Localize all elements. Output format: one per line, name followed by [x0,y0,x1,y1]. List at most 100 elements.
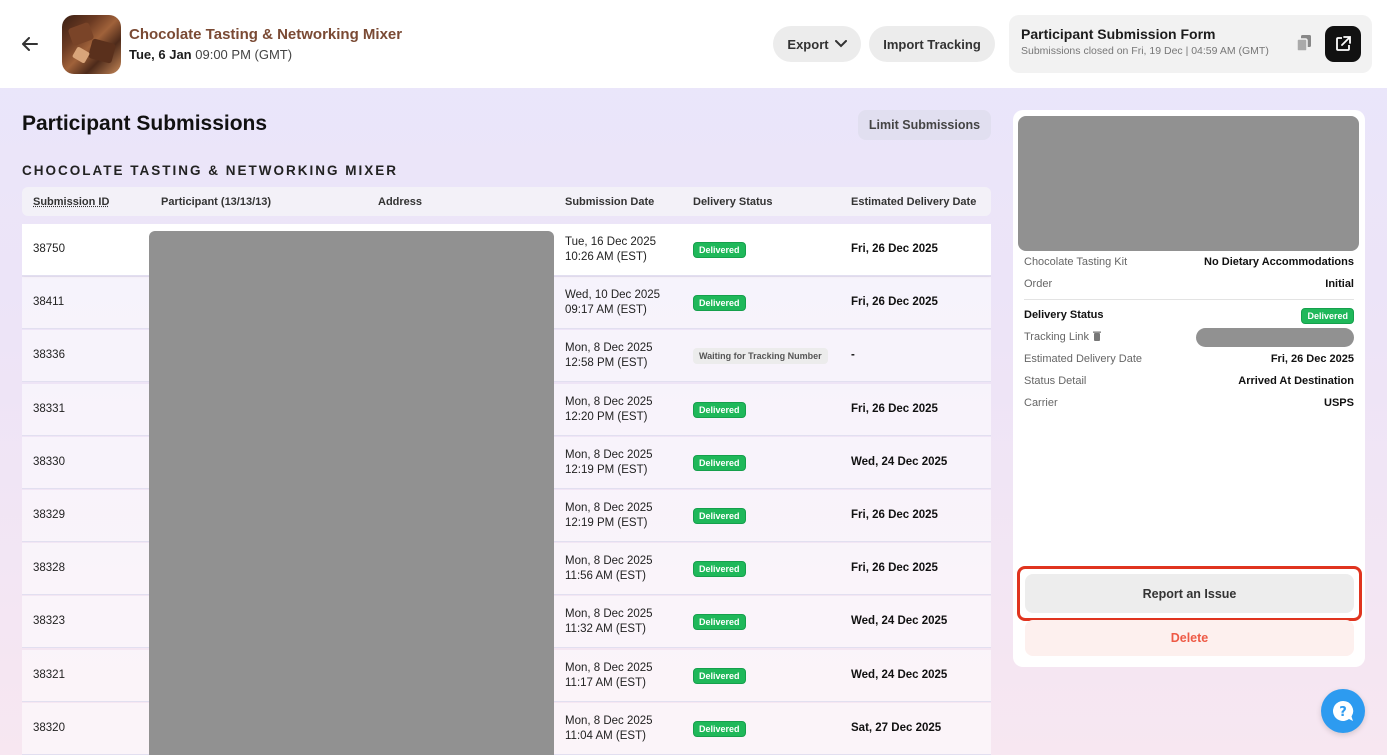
submission-date-time: 12:19 PM (EST) [565,463,648,476]
col-estimated-delivery[interactable]: Estimated Delivery Date [851,196,976,208]
delivery-status: Delivered [693,561,746,578]
status-badge: Delivered [693,614,746,631]
submission-date: Mon, 8 Dec 2025 11:17 AM (EST) [565,661,653,691]
submission-form-card: Participant Submission Form Submissions … [1009,15,1372,73]
submission-date: Mon, 8 Dec 2025 11:56 AM (EST) [565,554,653,584]
status-badge: Delivered [693,508,746,524]
submission-id: 38323 [33,615,65,628]
submission-date-day: Mon, 8 Dec 2025 [565,714,653,727]
kit-label: Chocolate Tasting Kit [1024,256,1128,268]
carrier-label: Carrier [1024,397,1058,409]
submission-date-time: 11:32 AM (EST) [565,623,646,636]
submission-id: 38411 [33,296,65,309]
help-chat-icon[interactable]: ? [1321,689,1365,733]
status-badge: Waiting for Tracking Number [693,348,828,365]
delivery-status-badge: Delivered [1301,308,1354,324]
submission-date: Tue, 16 Dec 2025 10:26 AM (EST) [565,235,656,265]
redacted-participant-address [149,231,554,755]
carrier-value: USPS [1324,397,1354,409]
submission-date: Wed, 10 Dec 2025 09:17 AM (EST) [565,288,660,318]
detail-status-detail-row: Status Detail Arrived At Destination [1024,375,1354,389]
estimated-delivery-date: Fri, 26 Dec 2025 [851,562,938,575]
submission-date: Mon, 8 Dec 2025 12:19 PM (EST) [565,448,653,478]
estimated-delivery-date: Fri, 26 Dec 2025 [851,243,938,255]
detail-divider [1024,299,1354,300]
redacted-image [1018,116,1359,251]
status-badge: Delivered [693,242,746,258]
limit-submissions-button[interactable]: Limit Submissions [858,110,991,140]
col-participant[interactable]: Participant (13/13/13) [161,196,271,208]
submission-date-time: 11:17 AM (EST) [565,676,646,689]
detail-kit-row: Chocolate Tasting Kit No Dietary Accommo… [1024,256,1354,270]
detail-carrier-row: Carrier USPS [1024,397,1354,411]
copy-icon[interactable] [1296,34,1316,54]
submission-date: Mon, 8 Dec 2025 12:58 PM (EST) [565,341,653,371]
page-title: Participant Submissions [22,112,268,135]
import-label: Import Tracking [883,36,981,52]
delivery-status: Delivered [693,242,746,258]
submission-id: 38330 [33,455,65,468]
delete-button[interactable]: Delete [1025,620,1354,656]
submission-date-time: 11:56 AM (EST) [565,570,646,583]
status-badge: Delivered [693,454,746,471]
col-delivery-status[interactable]: Delivery Status [693,196,772,208]
submission-date-day: Mon, 8 Dec 2025 [565,448,653,461]
chevron-down-icon [834,40,847,48]
order-label: Order [1024,278,1053,290]
delivery-status-label: Delivery Status [1024,309,1104,321]
estimated-delivery-date: Sat, 27 Dec 2025 [851,721,942,734]
submission-date-day: Mon, 8 Dec 2025 [565,661,653,674]
report-issue-button[interactable]: Report an Issue [1025,574,1354,613]
submission-date: Mon, 8 Dec 2025 12:20 PM (EST) [565,395,653,425]
open-external-icon[interactable] [1325,26,1361,62]
detail-tracking-row: Tracking Link [1024,328,1354,347]
event-title: Chocolate Tasting & Networking Mixer [129,26,403,43]
submission-date-day: Mon, 8 Dec 2025 [565,502,653,514]
submission-id: 38320 [33,721,65,734]
estimated-delivery-date: - [851,349,855,362]
back-arrow-icon[interactable] [18,32,42,56]
submission-id: 38336 [33,349,65,362]
submission-id: 38328 [33,562,65,575]
export-button[interactable]: Export [773,26,861,62]
submission-date: Mon, 8 Dec 2025 11:04 AM (EST) [565,714,653,744]
submission-date-time: 12:19 PM (EST) [565,517,648,529]
redacted-tracking-link[interactable] [1196,328,1354,347]
top-header: Chocolate Tasting & Networking Mixer Tue… [0,0,1387,88]
delivery-status: Delivered [693,295,746,312]
estimated-delivery-date: Fri, 26 Dec 2025 [851,402,938,415]
trash-icon[interactable] [1093,331,1102,341]
submission-date-day: Mon, 8 Dec 2025 [565,555,653,568]
order-value: Initial [1325,278,1354,290]
delivery-status: Delivered [693,667,746,684]
submission-id: 38329 [33,509,65,521]
col-address[interactable]: Address [378,196,422,208]
export-label: Export [787,36,829,52]
delivery-status: Waiting for Tracking Number [693,348,828,365]
eta-label: Estimated Delivery Date [1024,353,1142,365]
submission-date-time: 12:58 PM (EST) [565,357,648,370]
detail-delivery-status-row: Delivery Status Delivered [1024,308,1354,324]
estimated-delivery-date: Fri, 26 Dec 2025 [851,296,938,309]
estimated-delivery-date: Wed, 24 Dec 2025 [851,615,948,628]
status-detail-label: Status Detail [1024,375,1087,387]
form-title: Participant Submission Form [1021,26,1216,42]
import-tracking-button[interactable]: Import Tracking [869,26,995,62]
col-submission-id[interactable]: Submission ID [33,196,109,208]
submission-date: Mon, 8 Dec 2025 12:19 PM (EST) [565,501,653,531]
submission-date-time: 11:04 AM (EST) [565,729,646,742]
submission-id: 38331 [33,402,65,415]
form-subtitle: Submissions closed on Fri, 19 Dec | 04:5… [1021,45,1269,57]
submission-date-day: Mon, 8 Dec 2025 [565,342,653,355]
status-badge: Delivered [693,667,746,684]
col-submission-date[interactable]: Submission Date [565,196,654,208]
status-detail-value: Arrived At Destination [1238,375,1354,387]
section-title: CHOCOLATE TASTING & NETWORKING MIXER [22,163,398,178]
estimated-delivery-date: Fri, 26 Dec 2025 [851,509,938,521]
submission-id: 38750 [33,243,65,255]
submission-date-day: Mon, 8 Dec 2025 [565,395,653,408]
detail-eta-row: Estimated Delivery Date Fri, 26 Dec 2025 [1024,353,1354,367]
table-header: Submission ID Participant (13/13/13) Add… [22,187,991,216]
event-date-day: Tue, 6 Jan [129,47,192,62]
delivery-status: Delivered [693,508,746,524]
